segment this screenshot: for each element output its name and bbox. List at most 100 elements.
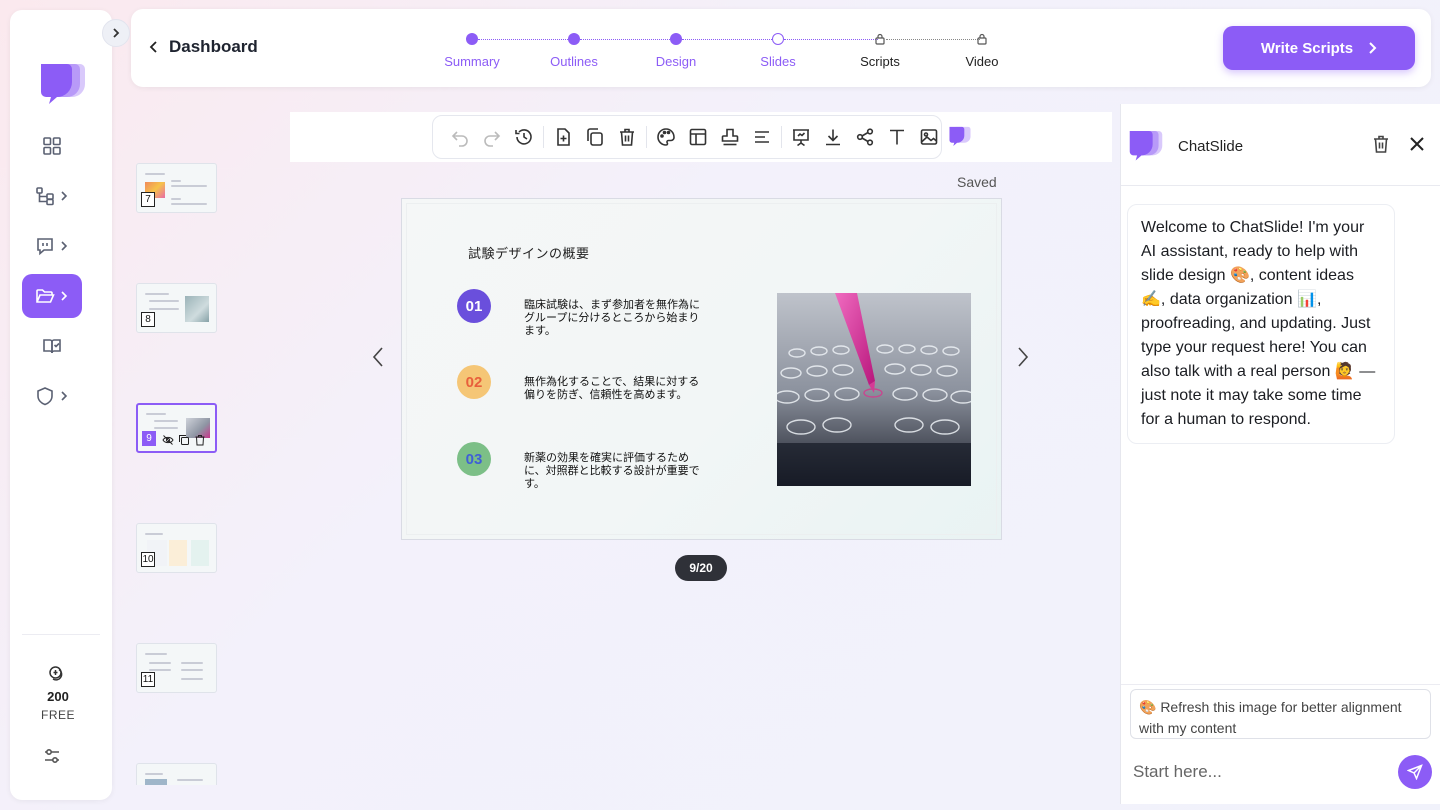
slide-number: 9 xyxy=(142,431,156,446)
slide-number: 7 xyxy=(141,192,155,207)
toolbar-divider xyxy=(646,126,647,148)
duplicate-slide-icon[interactable] xyxy=(178,434,190,446)
chat-title: ChatSlide xyxy=(1178,138,1244,155)
download-icon[interactable] xyxy=(822,126,844,148)
slide-title[interactable]: 試験デザインの概要 xyxy=(468,243,590,262)
chat-bubble-icon xyxy=(35,236,55,256)
book-icon xyxy=(42,336,62,356)
align-text-icon[interactable] xyxy=(751,126,773,148)
slide-thumbnail-9[interactable]: 9 xyxy=(136,403,217,453)
top-header: Dashboard Summary Outlines Design Slides xyxy=(131,9,1431,87)
step-label: Video xyxy=(965,54,999,69)
coins-icon xyxy=(48,665,68,685)
back-to-dashboard-link[interactable]: Dashboard xyxy=(149,37,258,57)
step-label: Scripts xyxy=(860,54,900,69)
chevron-right-icon xyxy=(59,240,69,252)
settings-sliders-icon[interactable] xyxy=(42,746,62,766)
add-slide-icon[interactable] xyxy=(552,126,574,148)
step-slides[interactable]: Slides xyxy=(733,31,823,69)
sidebar-item-chat[interactable] xyxy=(22,224,82,268)
lock-icon xyxy=(874,33,886,45)
next-slide-chevron-icon[interactable] xyxy=(1017,346,1029,368)
send-button[interactable] xyxy=(1398,755,1432,789)
suggested-prompt[interactable]: 🎨 Refresh this image for better alignmen… xyxy=(1130,689,1431,739)
sidebar-item-workflow[interactable] xyxy=(22,174,82,218)
point-text-02[interactable]: 無作為化することで、結果に対する偏りを防ぎ、信頼性を高めます。 xyxy=(524,376,704,402)
lock-icon xyxy=(976,33,988,45)
point-text-03[interactable]: 新薬の効果を確実に評価するために、対照群と比較する設計が重要です。 xyxy=(524,452,704,491)
step-video[interactable]: Video xyxy=(937,31,1027,69)
left-sidebar: 200 FREE xyxy=(10,10,112,800)
step-dot xyxy=(466,33,478,45)
back-label: Dashboard xyxy=(169,37,258,56)
step-label: Design xyxy=(655,54,697,69)
redo-icon[interactable] xyxy=(481,126,503,148)
chat-input[interactable] xyxy=(1133,759,1383,785)
sidebar-item-library[interactable] xyxy=(22,324,82,368)
folder-icon xyxy=(35,286,55,306)
point-badge-03: 03 xyxy=(457,442,491,476)
palette-icon[interactable] xyxy=(655,126,677,148)
progress-stepper: Summary Outlines Design Slides Scripts V… xyxy=(441,31,1001,81)
chat-divider xyxy=(1121,684,1440,685)
duplicate-icon[interactable] xyxy=(584,126,606,148)
ai-assistant-logo-icon[interactable] xyxy=(949,125,971,147)
stamp-icon[interactable] xyxy=(719,126,741,148)
write-scripts-button[interactable]: Write Scripts xyxy=(1223,26,1415,70)
chat-header: ChatSlide xyxy=(1121,104,1440,186)
chatslide-logo-icon xyxy=(1129,128,1163,162)
slide-number: 8 xyxy=(141,312,155,327)
step-dot xyxy=(670,33,682,45)
shield-icon xyxy=(35,386,55,406)
step-design[interactable]: Design xyxy=(631,31,721,69)
undo-icon[interactable] xyxy=(449,126,471,148)
chevron-right-icon xyxy=(111,27,121,39)
slide-thumbnail-10[interactable]: 10 xyxy=(136,523,217,573)
slide-canvas[interactable]: 試験デザインの概要 01 臨床試験は、まず参加者を無作為にグループに分けるところ… xyxy=(401,198,1002,540)
slide-thumbnail-8[interactable]: 8 xyxy=(136,283,217,333)
present-icon[interactable] xyxy=(790,126,812,148)
image-icon[interactable] xyxy=(918,126,940,148)
slide-thumbnail-7[interactable]: 7 xyxy=(136,163,217,213)
trash-icon[interactable] xyxy=(616,126,638,148)
chatslide-logo xyxy=(40,60,86,106)
chat-panel: ChatSlide Welcome to ChatSlide! I'm your… xyxy=(1120,104,1440,804)
step-label: Summary xyxy=(444,54,500,69)
write-scripts-label: Write Scripts xyxy=(1260,39,1354,57)
history-icon[interactable] xyxy=(513,126,535,148)
sidebar-item-dashboard[interactable] xyxy=(22,124,82,168)
step-dot xyxy=(568,33,580,45)
slide-number: 11 xyxy=(141,672,155,687)
close-icon[interactable] xyxy=(1408,135,1426,153)
chevron-left-icon xyxy=(149,40,159,54)
clear-chat-trash-icon[interactable] xyxy=(1371,134,1391,154)
slide-thumbnail-11[interactable]: 11 xyxy=(136,643,217,693)
sidebar-item-projects[interactable] xyxy=(22,274,82,318)
previous-slide-chevron-icon[interactable] xyxy=(372,346,384,368)
credits-count: 200 xyxy=(47,689,69,704)
share-icon[interactable] xyxy=(854,126,876,148)
text-icon[interactable] xyxy=(886,126,908,148)
save-status: Saved xyxy=(957,174,997,190)
step-summary[interactable]: Summary xyxy=(427,31,517,69)
credits-display[interactable]: 200 FREE xyxy=(28,665,88,722)
plan-label: FREE xyxy=(40,708,75,722)
hide-slide-icon[interactable] xyxy=(162,434,174,446)
toolbar-divider xyxy=(543,126,544,148)
sidebar-divider xyxy=(22,634,100,635)
lab-pipette-photo[interactable] xyxy=(777,293,971,486)
chevron-right-icon xyxy=(59,290,69,302)
step-label: Outlines xyxy=(550,54,598,69)
grid-icon xyxy=(42,136,62,156)
point-text-01[interactable]: 臨床試験は、まず参加者を無作為にグループに分けるところから始まります。 xyxy=(524,299,704,338)
layout-icon[interactable] xyxy=(687,126,709,148)
step-label: Slides xyxy=(760,54,796,69)
toolbar-divider xyxy=(781,126,782,148)
step-outlines[interactable]: Outlines xyxy=(529,31,619,69)
sidebar-item-security[interactable] xyxy=(22,374,82,418)
point-badge-01: 01 xyxy=(457,289,491,323)
delete-slide-icon[interactable] xyxy=(194,434,206,446)
slide-thumbnail-12[interactable] xyxy=(136,763,217,785)
step-scripts[interactable]: Scripts xyxy=(835,31,925,69)
sidebar-expand-button[interactable] xyxy=(102,19,130,47)
